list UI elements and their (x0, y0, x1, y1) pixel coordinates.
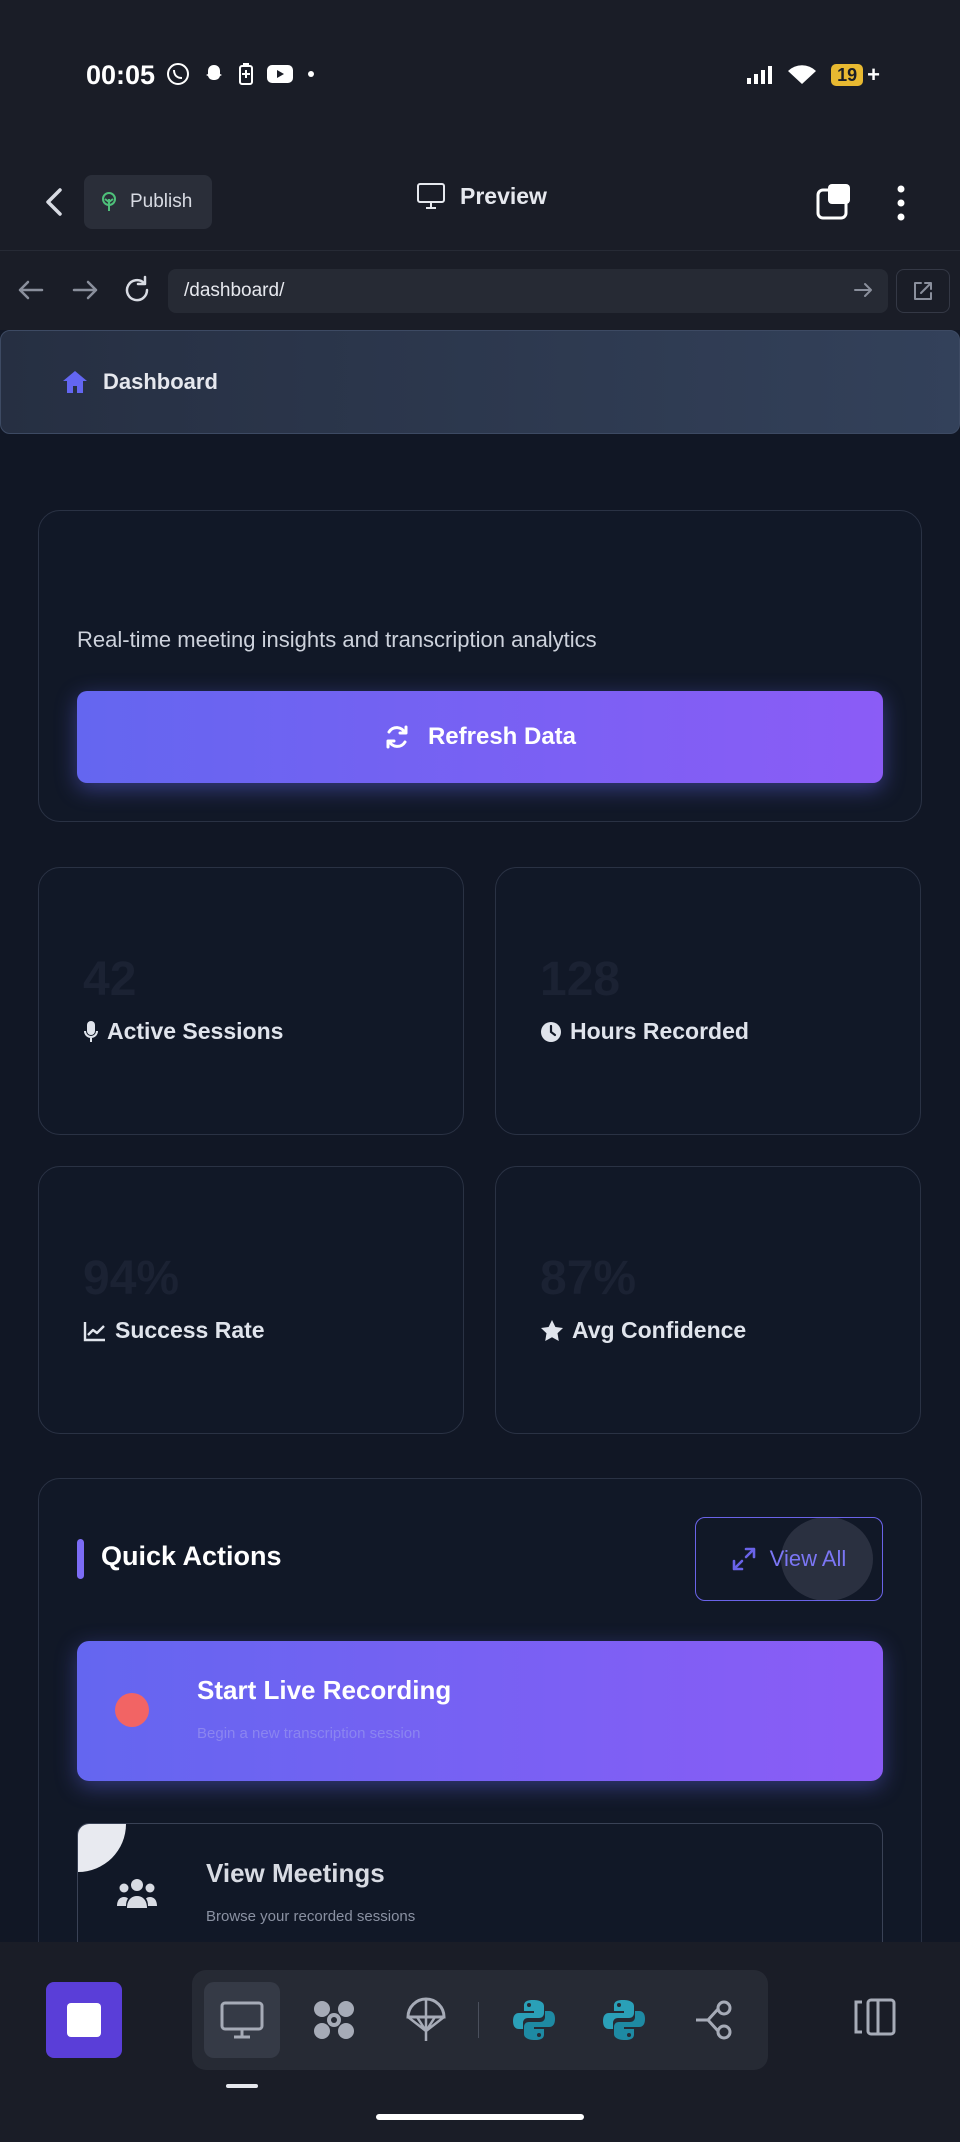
quick-actions-title: Quick Actions (101, 1541, 282, 1571)
active-indicator (226, 2084, 258, 2088)
view-all-button[interactable]: View All (695, 1517, 883, 1601)
browser-bar: /dashboard/ (0, 250, 960, 330)
action-title: View Meetings (206, 1858, 385, 1888)
tabs-icon[interactable] (816, 182, 854, 220)
stat-value: 94% (83, 1252, 180, 1305)
external-link-icon (914, 282, 932, 300)
parachute-icon (406, 1997, 446, 2041)
stop-icon (67, 2003, 101, 2037)
status-bar: 00:05 19 + (0, 0, 960, 150)
dashboard-title: Dashboard (103, 369, 218, 394)
star-icon (541, 1319, 563, 1341)
monitor-icon (417, 183, 445, 209)
microphone-icon (84, 1020, 98, 1042)
action-subtitle: Browse your recorded sessions (206, 1908, 416, 1925)
stat-label: Success Rate (115, 1317, 265, 1343)
battery-saver-icon (239, 63, 253, 85)
action-title: Start Live Recording (197, 1675, 452, 1705)
go-arrow-icon[interactable] (852, 279, 874, 301)
stat-card-avg-confidence: 87% Avg Confidence (495, 1166, 921, 1434)
url-text: /dashboard/ (184, 280, 285, 301)
hero-subtitle: Real-time meeting insights and transcrip… (77, 627, 597, 652)
action-subtitle: Begin a new transcription session (197, 1725, 421, 1742)
dot-icon (308, 71, 314, 77)
ai-brain-icon (314, 2001, 354, 2039)
stat-card-success-rate: 94% Success Rate (38, 1166, 464, 1434)
python-button-2[interactable] (586, 1982, 662, 2058)
view-meetings-action[interactable]: View Meetings Browse your recorded sessi… (77, 1823, 883, 1942)
chart-line-icon (83, 1321, 105, 1341)
whatsapp-icon (167, 63, 189, 85)
publish-tree-icon (102, 192, 116, 211)
snapchat-icon (206, 65, 222, 80)
stat-label: Avg Confidence (572, 1317, 747, 1343)
refresh-label: Refresh Data (427, 723, 577, 750)
publish-label: Publish (130, 191, 193, 212)
stat-value: 128 (540, 953, 621, 1006)
stat-label-row: Hours Recorded (540, 1018, 749, 1045)
tool-dock (192, 1970, 768, 2070)
view-all-label: View All (769, 1546, 847, 1571)
app-toolbar: Publish Preview (0, 164, 960, 240)
python-icon (513, 2000, 555, 2040)
preview-toggle[interactable]: Preview (416, 182, 547, 210)
record-dot-icon (115, 1693, 149, 1727)
reload-icon[interactable] (120, 273, 154, 307)
status-time: 00:05 (86, 60, 156, 90)
stat-value: 87% (540, 1252, 637, 1305)
stop-button[interactable] (46, 1982, 122, 2058)
stat-card-hours-recorded: 128 Hours Recorded (495, 867, 921, 1135)
wifi-icon (788, 65, 817, 84)
open-external-button[interactable] (896, 269, 950, 313)
quick-actions-card: Quick Actions View All Start Live Record… (38, 1478, 922, 1942)
dashboard-header: Dashboard (0, 330, 960, 434)
preview-label: Preview (460, 182, 547, 209)
python-button-1[interactable] (496, 1982, 572, 2058)
clock-icon (541, 1021, 561, 1042)
corner-decoration (78, 1824, 126, 1872)
monitor-icon (220, 2001, 264, 2039)
deploy-button[interactable] (388, 1982, 464, 2058)
stat-label-row: Avg Confidence (540, 1317, 746, 1344)
ai-tool-button[interactable] (296, 1982, 372, 2058)
share-graph-button[interactable] (678, 1982, 754, 2058)
refresh-icon (386, 725, 408, 749)
section-accent-bar (77, 1539, 84, 1579)
url-field[interactable]: /dashboard/ (168, 269, 888, 313)
signal-icon (747, 66, 773, 84)
start-live-recording-action[interactable]: Start Live Recording Begin a new transcr… (77, 1641, 883, 1781)
dock-separator (478, 2002, 479, 2038)
node-graph-icon (696, 2000, 732, 2040)
back-arrow-icon[interactable] (38, 184, 74, 220)
home-icon (63, 371, 87, 393)
bottom-toolbar (0, 1942, 960, 2142)
desktop-view-button[interactable] (204, 1982, 280, 2058)
web-viewport: Dashboard Real-time meeting insights and… (0, 330, 960, 1942)
browser-back-icon[interactable] (14, 273, 48, 307)
more-options-icon[interactable] (890, 184, 912, 222)
charging-icon: + (867, 62, 880, 87)
python-icon (603, 2000, 645, 2040)
stat-card-active-sessions: 42 Active Sessions (38, 867, 464, 1135)
expand-icon (732, 1547, 755, 1571)
sidebar-toggle-icon[interactable] (852, 1994, 898, 2040)
battery-indicator: 19 (831, 64, 864, 86)
stat-value: 42 (83, 953, 137, 1006)
home-indicator[interactable] (376, 2114, 584, 2120)
youtube-icon (267, 65, 293, 83)
refresh-data-button[interactable]: Refresh Data (77, 691, 883, 783)
users-icon (117, 1879, 157, 1908)
stat-label-row: Success Rate (83, 1317, 265, 1344)
stat-label: Active Sessions (107, 1018, 284, 1044)
publish-button[interactable]: Publish (84, 175, 212, 229)
hero-card: Real-time meeting insights and transcrip… (38, 510, 922, 822)
system-indicators: 19 + (745, 62, 880, 88)
browser-forward-icon[interactable] (68, 273, 102, 307)
stat-label-row: Active Sessions (83, 1018, 283, 1045)
notification-icons (166, 62, 316, 86)
stat-label: Hours Recorded (570, 1018, 749, 1044)
